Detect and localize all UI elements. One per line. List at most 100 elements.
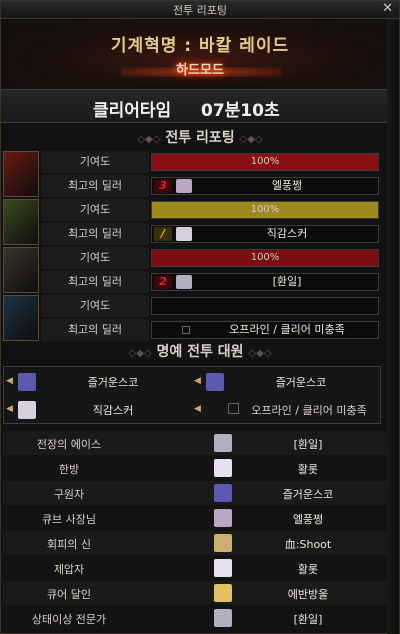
- award-avatar: [214, 609, 232, 627]
- honor-arrow-icon: ◀: [6, 376, 13, 386]
- rank-badge: 2: [154, 275, 172, 289]
- honor-member[interactable]: ◀ 즐거운스코: [4, 369, 190, 395]
- award-winner: 血:Shoot: [284, 538, 332, 551]
- rank-badge: /: [154, 227, 172, 241]
- award-avatar: [214, 434, 232, 452]
- contribution-label: 기여도: [41, 247, 149, 269]
- character-portrait: [3, 247, 39, 293]
- contribution-label: 기여도: [41, 199, 149, 221]
- character-portrait: [3, 295, 39, 341]
- honor-panel: ◀ 즐거운스코 ◀ 즐거운스코 ◀ 직감스커 ◀ 오프라인 / 클리어 미충족: [3, 366, 381, 424]
- section-deco-right: ◇◆◇: [248, 348, 272, 359]
- honor-avatar: [18, 401, 36, 419]
- title-bar[interactable]: 전투 리포팅 ✕: [1, 1, 399, 19]
- award-title: 전장의 에이스: [36, 438, 102, 451]
- honor-name: 오프라인 / 클리어 미충족: [251, 404, 367, 417]
- award-winner: 즐거운스코: [282, 488, 334, 501]
- section-deco-right: ◇◆◇: [239, 134, 263, 145]
- award-title: 회피의 신: [47, 538, 91, 551]
- top-dealer-box: 오프라인 / 클리어 미충족: [151, 321, 379, 339]
- contribution-row: 기여도 100%: [41, 247, 387, 269]
- contribution-bar: 100%: [151, 153, 379, 171]
- award-avatar: [214, 559, 232, 577]
- award-avatar: [214, 459, 232, 477]
- award-title: 상태이상 전문가: [31, 613, 107, 626]
- clear-time-label: 클리어타임: [93, 101, 172, 121]
- offline-checkbox: [182, 326, 190, 334]
- party-member: 기여도 100% 최고의 딜러 3 엘풍쩡: [3, 151, 385, 197]
- clear-time-panel: 클리어타임 07분10초: [1, 89, 399, 123]
- scrollbar[interactable]: [387, 19, 399, 634]
- honor-name: 즐거운스코: [275, 376, 327, 389]
- character-portrait: [3, 199, 39, 245]
- top-dealer-box: 2 [환일]: [151, 273, 379, 291]
- award-winner: 활롯: [297, 463, 319, 476]
- clear-time-value: 07분10초: [201, 101, 280, 121]
- battle-report-section-title: ◇◆◇ 전투 리포팅 ◇◆◇: [1, 127, 399, 147]
- award-row: 제압자 활롯: [3, 556, 387, 580]
- award-row: 한방 활롯: [3, 456, 387, 480]
- award-row: 큐브 사장님 엘풍쩡: [3, 506, 387, 530]
- honor-arrow-icon: ◀: [6, 404, 13, 414]
- section-deco-left: ◇◆◇: [128, 348, 152, 359]
- section-deco-left: ◇◆◇: [137, 134, 161, 145]
- award-title: 구원자: [53, 488, 85, 501]
- top-dealer-label: 최고의 딜러: [41, 271, 149, 293]
- contribution-percent: 100%: [250, 252, 280, 263]
- contribution-percent: 100%: [250, 156, 280, 167]
- award-row: 회피의 신 血:Shoot: [3, 531, 387, 555]
- award-winner: 엘풍쩡: [292, 513, 324, 526]
- award-avatar: [214, 509, 232, 527]
- party-member: 기여도 100% 최고의 딜러 2 [환일]: [3, 247, 385, 293]
- contribution-label: 기여도: [41, 295, 149, 317]
- top-dealer-label: 최고의 딜러: [41, 175, 149, 197]
- dealer-avatar: [176, 179, 192, 193]
- dealer-name: 직감스커: [266, 227, 308, 240]
- party-member: 기여도 최고의 딜러 오프라인 / 클리어 미충족: [3, 295, 385, 341]
- honor-arrow-icon: ◀: [194, 404, 201, 414]
- honor-name: 즐거운스코: [87, 376, 139, 389]
- honor-avatar: [206, 373, 224, 391]
- award-avatar: [214, 534, 232, 552]
- contribution-row: 기여도: [41, 295, 387, 317]
- honor-name: 직감스커: [92, 404, 134, 417]
- top-dealer-row: 최고의 딜러 3 엘풍쩡: [41, 175, 387, 197]
- award-title: 제압자: [53, 563, 85, 576]
- dungeon-name: 기계혁명 : 바칼 레이드: [110, 36, 290, 56]
- rank-badge: 3: [154, 179, 172, 193]
- honor-avatar: [18, 373, 36, 391]
- top-dealer-box: 3 엘풍쩡: [151, 177, 379, 195]
- battle-report-window: 전투 리포팅 ✕ 기계혁명 : 바칼 레이드 하드모드 클리어타임 07분10초…: [0, 0, 400, 634]
- dealer-avatar: [176, 275, 192, 289]
- dealer-name: 오프라인 / 클리어 미충족: [229, 323, 345, 336]
- contribution-bar: [151, 297, 379, 315]
- top-dealer-row: 최고의 딜러 오프라인 / 클리어 미충족: [41, 319, 387, 341]
- award-winner: 에반방울: [287, 588, 329, 601]
- contribution-label: 기여도: [41, 151, 149, 173]
- award-row: 전장의 에이스 [환일]: [3, 431, 387, 455]
- close-icon[interactable]: ✕: [382, 1, 393, 16]
- character-portrait: [3, 151, 39, 197]
- top-dealer-row: 최고의 딜러 / 직감스커: [41, 223, 387, 245]
- party-member: 기여도 100% 최고의 딜러 / 직감스커: [3, 199, 385, 245]
- honor-member[interactable]: ◀ 오프라인 / 클리어 미충족: [192, 397, 378, 423]
- dealer-name: [환일]: [272, 275, 302, 288]
- dealer-avatar: [176, 227, 192, 241]
- window-title: 전투 리포팅: [172, 4, 228, 17]
- award-winner: [환일]: [293, 438, 323, 451]
- award-row: 큐어 달인 에반방울: [3, 581, 387, 605]
- contribution-row: 기여도 100%: [41, 199, 387, 221]
- honor-title: 명예 전투 대원: [156, 344, 244, 360]
- battle-report-title: 전투 리포팅: [165, 130, 235, 146]
- dungeon-header: 기계혁명 : 바칼 레이드 하드모드: [1, 19, 399, 85]
- top-dealer-row: 최고의 딜러 2 [환일]: [41, 271, 387, 293]
- award-avatar: [214, 584, 232, 602]
- award-row: 상태이상 전문가 [환일]: [3, 606, 387, 630]
- contribution-row: 기여도 100%: [41, 151, 387, 173]
- award-avatar: [214, 484, 232, 502]
- top-dealer-label: 최고의 딜러: [41, 319, 149, 341]
- honor-section-title: ◇◆◇ 명예 전투 대원 ◇◆◇: [1, 341, 399, 361]
- honor-member[interactable]: ◀ 직감스커: [4, 397, 190, 423]
- contribution-bar: 100%: [151, 249, 379, 267]
- honor-member[interactable]: ◀ 즐거운스코: [192, 369, 378, 395]
